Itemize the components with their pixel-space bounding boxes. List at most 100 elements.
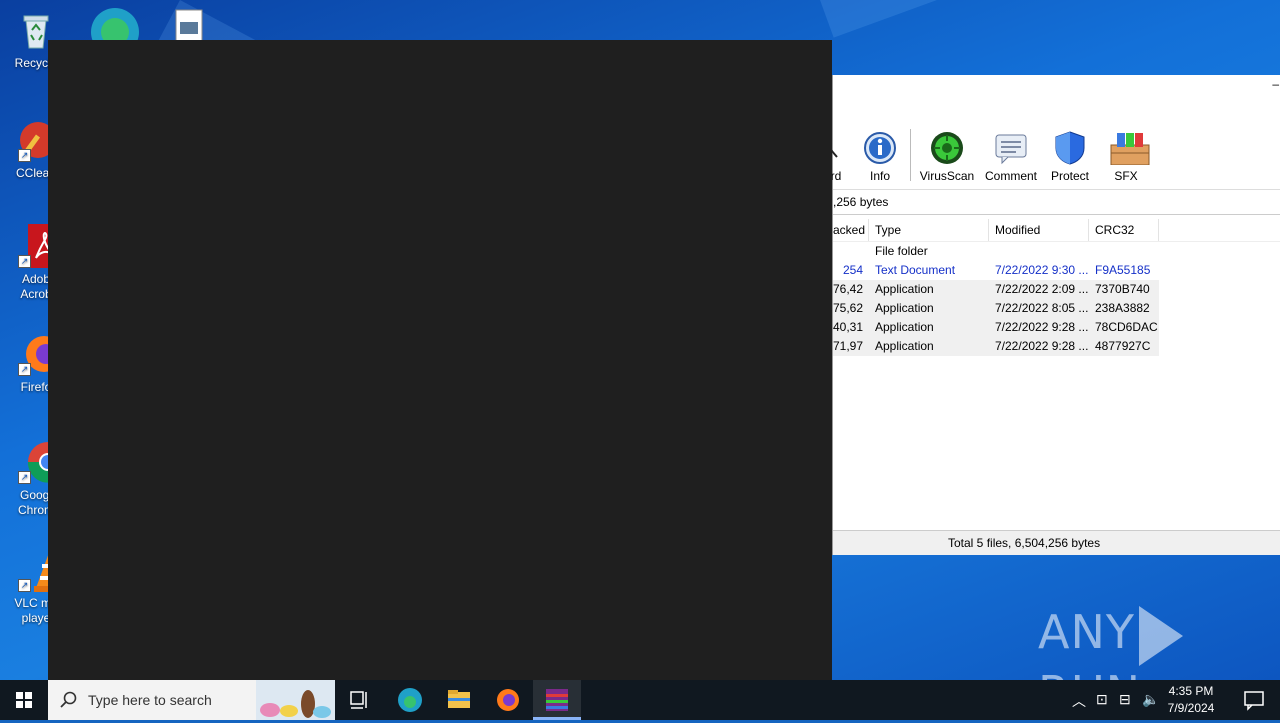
address-bar[interactable]: ,256 bytes (833, 190, 1280, 215)
table-row[interactable]: 40,313 Application 7/22/2022 9:28 ... 78… (833, 318, 1159, 337)
search-placeholder: Type here to search (88, 692, 212, 708)
desktop-icon-label: Firefo (20, 380, 52, 394)
toolbar-button-label: Comment (984, 169, 1037, 183)
shortcut-arrow-icon: ↗ (18, 255, 31, 268)
cell-crc: 238A3882 (1095, 301, 1150, 315)
desktop: Recycle ↗ CClean ↗ Adob Acrob ↗ Firefo ↗… (0, 0, 1280, 680)
cell-packed: 76,423 (833, 282, 863, 296)
edge-icon (398, 688, 422, 712)
toolbar-button-label: Protect (1050, 169, 1089, 183)
cell-type: Application (875, 320, 934, 334)
clock-time: 4:35 PM (1168, 684, 1214, 698)
taskbar-edge[interactable] (386, 680, 434, 720)
column-header-label: CRC32 (1095, 223, 1135, 237)
cell-packed: 254 (842, 263, 863, 277)
cell-modified: 7/22/2022 9:28 ... (995, 339, 1089, 353)
cell-packed: 71,974 (833, 339, 863, 353)
toolbar-virusscan-button[interactable]: VirusScan (919, 131, 975, 183)
toolbar-button-label: VirusScan (919, 169, 975, 183)
cell-packed: 75,624 (833, 301, 863, 315)
shortcut-arrow-icon: ↗ (18, 471, 31, 484)
toolbar-sfx-button[interactable]: SFX (1103, 131, 1150, 183)
cell-crc: F9A55185 (1095, 263, 1151, 277)
file-list-header: acked Type Modified CRC32 (833, 219, 1280, 242)
windows-logo-icon (16, 692, 32, 708)
taskbar-file-explorer[interactable] (435, 680, 483, 720)
task-view-icon (350, 691, 367, 709)
clock-date: 7/9/2024 (1167, 701, 1215, 715)
toolbar-info-button[interactable]: Info (857, 131, 903, 183)
sfx-icon (1109, 131, 1150, 166)
taskbar-winrar[interactable] (533, 680, 581, 720)
shortcut-arrow-icon: ↗ (18, 363, 31, 376)
volume-icon[interactable]: 🔈 (1142, 691, 1159, 708)
shortcut-arrow-icon: ↗ (18, 149, 31, 162)
toolbar-comment-button[interactable]: Comment (983, 131, 1039, 183)
cell-packed: 40,313 (833, 320, 863, 334)
watermark-text-right: RUN (1038, 666, 1141, 681)
start-button[interactable] (0, 680, 48, 720)
toolbar-protect-button[interactable]: Protect (1047, 131, 1093, 183)
network-icon[interactable]: ⊟ (1119, 691, 1131, 708)
desktop-icon-label: Adob Acrob (20, 272, 52, 301)
file-list: File folder 254 Text Document 7/22/2022 … (833, 242, 1280, 356)
cell-type: File folder (875, 244, 928, 258)
task-view-button[interactable] (336, 680, 384, 720)
cell-type: Text Document (875, 263, 956, 277)
comment-icon (994, 131, 1028, 165)
cell-crc: 4877927C (1095, 339, 1151, 353)
search-icon (60, 691, 77, 708)
watermark-text-left: ANY (1038, 605, 1135, 659)
address-text: ,256 bytes (833, 195, 889, 209)
firefox-icon (497, 689, 519, 711)
taskbar-firefox[interactable] (484, 680, 532, 720)
taskbar-search-box[interactable]: Type here to search (48, 680, 335, 720)
table-row[interactable]: 71,974 Application 7/22/2022 9:28 ... 48… (833, 337, 1159, 356)
table-row[interactable]: 254 Text Document 7/22/2022 9:30 ... F9A… (833, 261, 1159, 280)
dark-console-window[interactable] (48, 40, 832, 680)
column-header-label: Type (875, 223, 902, 237)
folder-icon (448, 690, 470, 708)
show-hidden-icons-chevron-icon[interactable]: ︿ (1072, 691, 1086, 711)
toolbar-button-label: rd (830, 169, 842, 183)
play-triangle-icon (1138, 605, 1183, 666)
window-titlebar[interactable]: – (833, 75, 1280, 127)
notification-center-button[interactable] (1234, 680, 1274, 720)
info-icon (863, 131, 897, 165)
search-highlight-image (256, 680, 335, 720)
table-row[interactable]: 76,423 Application 7/22/2022 2:09 ... 73… (833, 280, 1159, 299)
cell-type: Application (875, 301, 934, 315)
column-header-crc32[interactable]: CRC32 (1089, 219, 1159, 241)
cell-crc: 78CD6DAC (1095, 320, 1158, 334)
virusscan-icon (930, 131, 964, 165)
status-bar: Total 5 files, 6,504,256 bytes (833, 530, 1280, 555)
toolbar: rd Info VirusScan Comment Protect SFX (824, 127, 1280, 190)
anyrun-watermark: ANY RUN (1038, 605, 1280, 680)
cell-modified: 7/22/2022 9:28 ... (995, 320, 1089, 334)
cell-modified: 7/22/2022 9:30 ... (995, 263, 1089, 277)
usb-device-icon[interactable]: ⊡ (1096, 691, 1108, 708)
table-row[interactable]: 75,624 Application 7/22/2022 8:05 ... 23… (833, 299, 1159, 318)
table-row[interactable]: File folder (833, 242, 1159, 261)
wallpaper-beam (820, 0, 1280, 38)
cell-modified: 7/22/2022 8:05 ... (995, 301, 1089, 315)
toolbar-button-label: SFX (1114, 169, 1138, 183)
winrar-window[interactable]: – rd Info VirusScan Comment Protect SFX … (824, 75, 1280, 555)
cell-modified: 7/22/2022 2:09 ... (995, 282, 1089, 296)
minimize-button[interactable]: – (1272, 77, 1279, 91)
taskbar-clock[interactable]: 4:35 PM 7/9/2024 (1160, 683, 1222, 717)
column-header-packed[interactable]: acked (827, 219, 869, 241)
shortcut-arrow-icon: ↗ (18, 579, 31, 592)
cell-type: Application (875, 282, 934, 296)
column-header-type[interactable]: Type (869, 219, 989, 241)
column-header-label: acked (833, 223, 866, 237)
column-header-modified[interactable]: Modified (989, 219, 1089, 241)
cell-type: Application (875, 339, 934, 353)
taskbar: Type here to search ︿ ⊡ ⊟ 🔈 4:35 PM 7/9/… (0, 680, 1280, 720)
winrar-icon (546, 689, 568, 711)
column-header-label: Modified (995, 223, 1041, 237)
protect-shield-icon (1053, 131, 1087, 165)
toolbar-separator (910, 129, 911, 181)
toolbar-button-label: Info (869, 169, 890, 183)
cell-crc: 7370B740 (1095, 282, 1150, 296)
